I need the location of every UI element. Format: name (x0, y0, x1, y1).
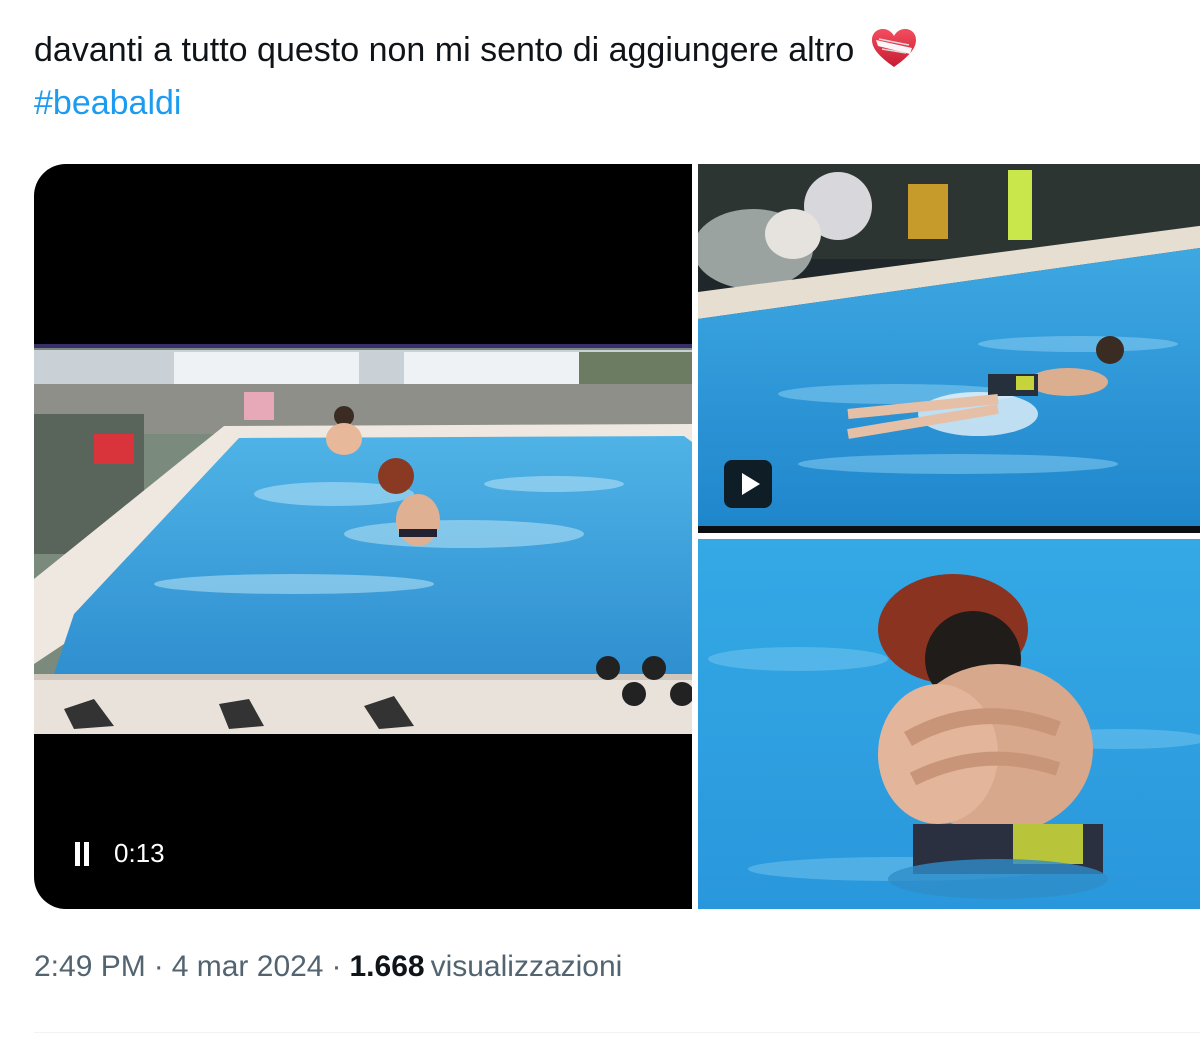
tweet-date[interactable]: 4 mar 2024 (172, 950, 324, 984)
tweet-meta: 2:49 PM · 4 mar 2024 · 1.668 visualizzaz… (34, 950, 622, 984)
tweet: davanti a tutto questo non mi sento di a… (0, 0, 1200, 1061)
mending-heart-icon (870, 27, 918, 69)
video-frame-pool (34, 344, 692, 734)
media-grid: 0:13 (34, 164, 1200, 909)
play-icon[interactable] (724, 460, 772, 508)
views-label: visualizzazioni (430, 950, 623, 983)
media-item-hug[interactable] (698, 539, 1200, 909)
meta-separator: · (153, 950, 164, 983)
tweet-text: davanti a tutto questo non mi sento di a… (34, 24, 1164, 130)
tweet-body: davanti a tutto questo non mi sento di a… (34, 31, 855, 69)
tweet-time[interactable]: 2:49 PM (34, 950, 146, 984)
hashtag-link[interactable]: #beabaldi (34, 77, 181, 130)
video-player[interactable]: 0:13 (34, 164, 692, 909)
views-count: 1.668 (349, 950, 425, 983)
media-item-swimmer[interactable] (698, 164, 1200, 533)
divider (34, 1032, 1200, 1033)
video-elapsed-time: 0:13 (114, 838, 165, 868)
pause-icon[interactable] (74, 841, 92, 866)
video-controls: 0:13 (74, 838, 165, 869)
meta-separator: · (331, 950, 342, 983)
